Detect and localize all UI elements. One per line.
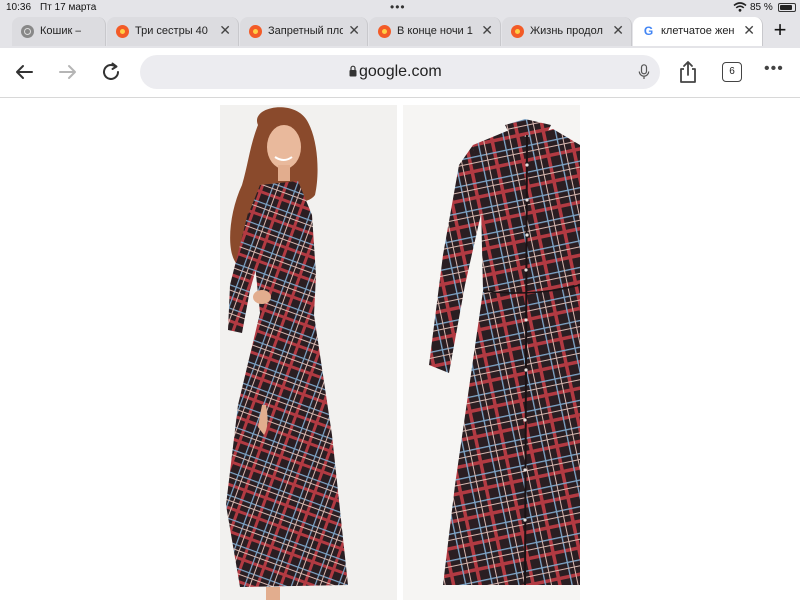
multitasking-dots-icon[interactable]: •••	[390, 0, 406, 14]
close-icon[interactable]: ✕	[743, 23, 755, 37]
google-icon: G	[642, 24, 655, 38]
dress-model-image	[220, 105, 397, 600]
close-icon[interactable]: ✕	[612, 23, 624, 37]
close-icon[interactable]: ✕	[481, 23, 493, 37]
tab-label: Запретный пло	[268, 25, 343, 37]
new-tab-button[interactable]: +	[768, 18, 792, 42]
status-date: Пт 17 марта	[40, 2, 97, 13]
image-viewer	[0, 101, 800, 600]
battery-fill	[780, 5, 792, 10]
address-bar[interactable]: google.com	[140, 55, 660, 89]
wifi-icon	[733, 2, 747, 12]
tab-label: Три сестры 40	[135, 25, 208, 37]
battery-percent: 85 %	[750, 2, 773, 13]
tab-label: Жизнь продол	[530, 25, 603, 37]
close-icon[interactable]: ✕	[348, 23, 360, 37]
reload-icon[interactable]	[99, 60, 123, 84]
dress-product-image	[403, 105, 580, 600]
tab-label: Кошик — Pro	[40, 25, 81, 37]
url-text: google.com	[359, 63, 442, 80]
tab-zhizn[interactable]: Жизнь продол ✕	[502, 17, 632, 46]
tab-switcher-button[interactable]: 6	[722, 62, 742, 82]
toolbar: google.com 6 •••	[0, 48, 800, 98]
close-icon[interactable]: ✕	[219, 23, 231, 37]
share-icon[interactable]	[677, 60, 699, 84]
status-bar: 10:36 Пт 17 марта ••• 85 %	[0, 0, 800, 15]
tab-kletchatoe[interactable]: G клетчатое жен ✕	[633, 17, 763, 46]
tab-v-kontse-nochi[interactable]: В конце ночи 1 ✕	[369, 17, 501, 46]
status-time: 10:36	[6, 2, 32, 13]
yandex-icon	[116, 25, 129, 38]
microphone-icon[interactable]	[638, 64, 650, 80]
tab-tri-sestry[interactable]: Три сестры 40 ✕	[107, 17, 239, 46]
forward-icon[interactable]	[56, 60, 80, 84]
dress-product-photo[interactable]	[403, 105, 580, 600]
battery-icon	[778, 3, 796, 12]
back-icon[interactable]	[12, 60, 36, 84]
lock-icon	[349, 65, 357, 77]
yandex-icon	[511, 25, 524, 38]
tab-label: клетчатое жен	[661, 25, 735, 37]
tab-zapretny[interactable]: Запретный пло ✕	[240, 17, 368, 46]
tab-koshik[interactable]: Кошик — Pro	[12, 17, 106, 46]
tab-label: В конце ночи 1	[397, 25, 473, 37]
yandex-icon	[249, 25, 262, 38]
globe-icon	[21, 25, 34, 38]
yandex-icon	[378, 25, 391, 38]
tab-strip: Кошик — Pro Три сестры 40 ✕ Запретный пл…	[0, 15, 800, 48]
more-menu-icon[interactable]: •••	[764, 60, 784, 78]
dress-model-photo[interactable]	[220, 105, 397, 600]
